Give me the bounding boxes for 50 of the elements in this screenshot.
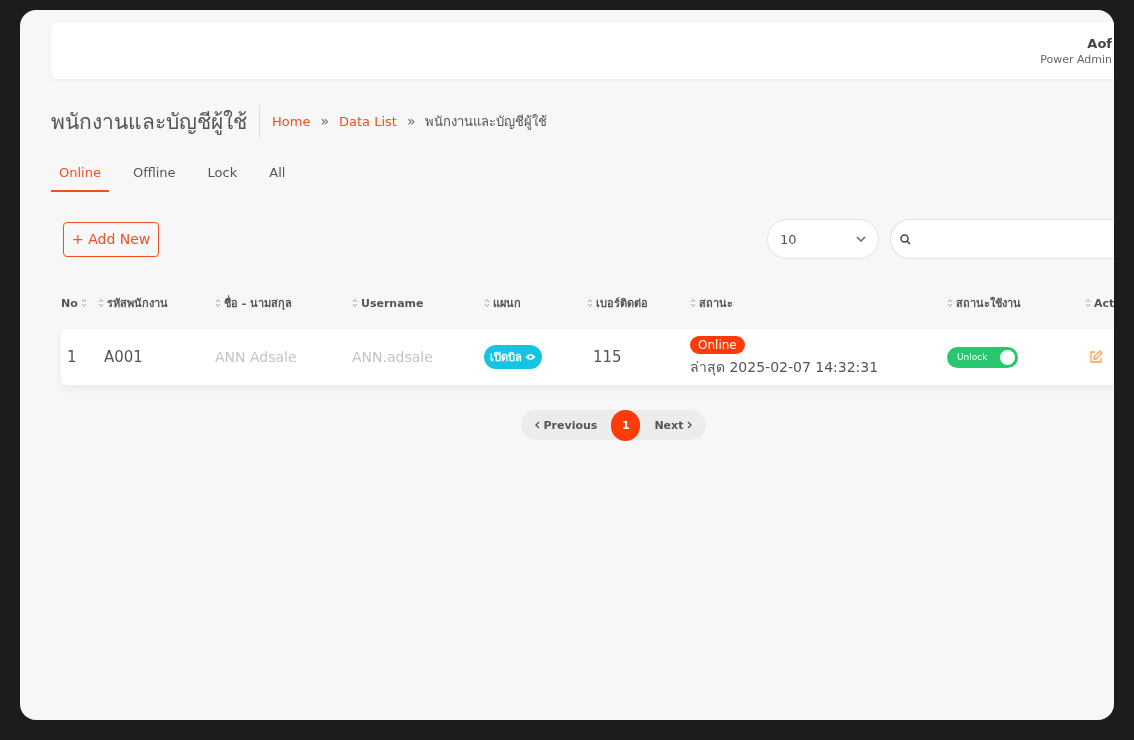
sort-icon[interactable] <box>98 298 104 308</box>
next-button[interactable]: Next <box>640 418 707 432</box>
user-name: Aof <box>1087 35 1112 51</box>
sort-icon[interactable] <box>352 298 358 308</box>
page-button[interactable]: 1 <box>611 409 641 441</box>
breadcrumb-separator: » <box>320 113 329 129</box>
sort-icon[interactable] <box>947 298 953 308</box>
sort-icon[interactable] <box>80 298 87 308</box>
column-header: ชื่อ - นามสกุล <box>224 294 293 312</box>
user-role: Power Admin <box>1040 52 1112 66</box>
breadcrumb-link[interactable]: Home <box>272 113 311 129</box>
chevron-down-icon <box>856 236 866 242</box>
last-seen: ล่าสุด 2025-02-07 14:32:31 <box>690 358 879 378</box>
previous-button[interactable]: Previous <box>520 418 612 432</box>
table-cell-text: A001 <box>103 348 144 366</box>
add-new-button[interactable]: + Add New <box>63 221 160 257</box>
column-header: No <box>61 296 78 310</box>
sort-icon[interactable] <box>690 298 696 308</box>
table-cell-text: 1 <box>66 348 78 366</box>
sort-icon[interactable] <box>1085 298 1091 308</box>
breadcrumb-link[interactable]: Data List <box>338 113 397 129</box>
sort-icon[interactable] <box>484 298 490 308</box>
filter-tab[interactable]: Online <box>51 159 109 192</box>
column-header: สถานะใช้งาน <box>956 295 1021 312</box>
status-badge: Online <box>690 336 745 354</box>
table-cell-text: ANN.adsale <box>352 349 434 365</box>
sort-icon[interactable] <box>215 298 221 308</box>
column-header: เบอร์ติดต่อ <box>596 296 648 312</box>
column-header: รหัสพนักงาน <box>107 296 168 312</box>
eye-icon <box>525 353 536 361</box>
sort-icon[interactable] <box>587 298 593 308</box>
column-header: แผนก <box>493 296 521 312</box>
page-title: พนักงานและบัญชีผู้ใช้ <box>51 104 260 138</box>
filter-tab[interactable]: All <box>261 159 294 192</box>
chevron-right-icon <box>687 421 693 429</box>
search-icon <box>900 233 911 245</box>
filter-tab[interactable]: Offline <box>124 159 184 192</box>
edit-icon[interactable] <box>1089 350 1103 364</box>
chevron-left-icon <box>534 421 540 429</box>
column-header: Act <box>1094 296 1114 310</box>
breadcrumb-current: พนักงานและบัญชีผู้ใช้ <box>425 112 548 132</box>
search-field[interactable] <box>890 219 1114 259</box>
filter-tab[interactable]: Lock <box>199 159 246 192</box>
page-size-select[interactable]: 10 <box>767 219 879 259</box>
column-header: Username <box>361 296 424 310</box>
column-header: สถานะ <box>699 296 733 312</box>
table-cell-text: ANN Adsale <box>215 349 298 365</box>
department-badge: เปิดบิล <box>484 345 542 369</box>
table-cell-text: 115 <box>592 348 623 366</box>
breadcrumb-separator: » <box>406 113 416 129</box>
